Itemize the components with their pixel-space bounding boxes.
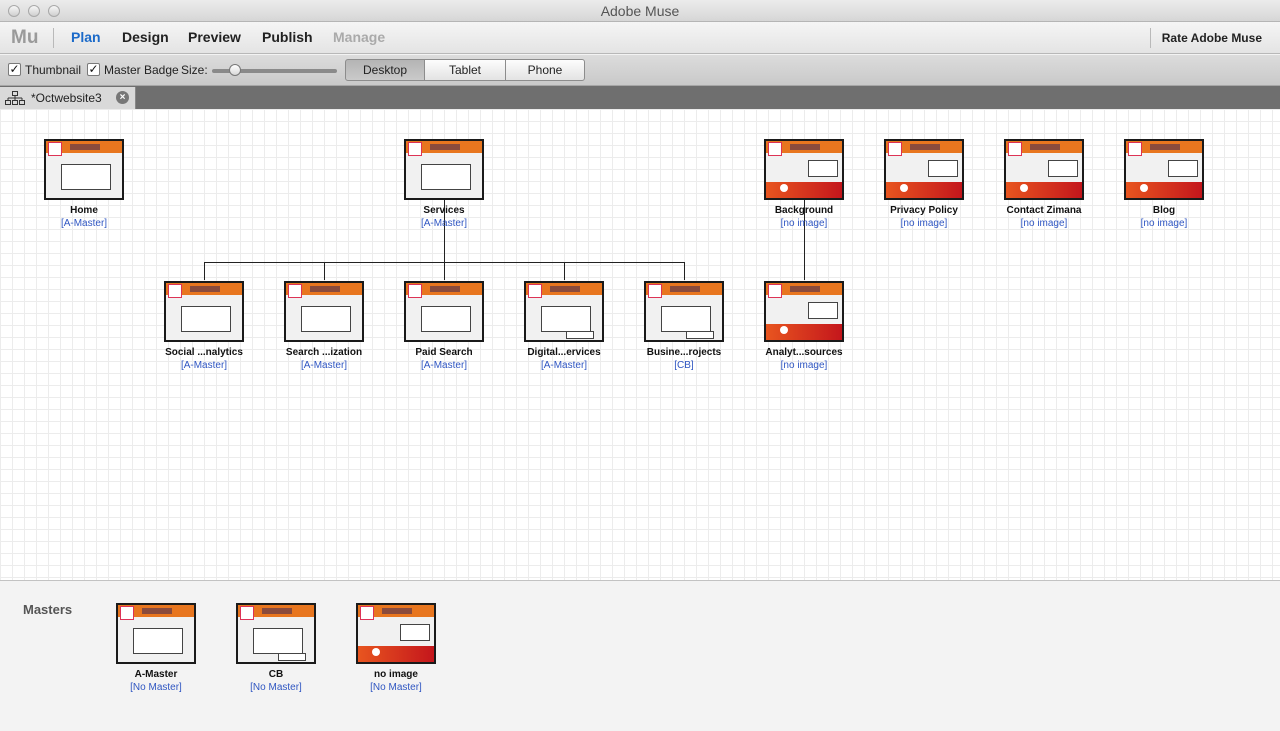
page-master-badge[interactable]: [A-Master] bbox=[384, 360, 504, 371]
page-name[interactable]: Social ...nalytics bbox=[144, 347, 264, 358]
page-thumbnail[interactable] bbox=[164, 281, 244, 342]
mode-design[interactable]: Design bbox=[122, 29, 169, 45]
page-paid-search[interactable]: Paid Search [A-Master] bbox=[384, 281, 504, 371]
page-master-badge[interactable]: [A-Master] bbox=[384, 218, 504, 229]
muse-logo: Mu bbox=[11, 27, 39, 48]
document-tab-bar: *Octwebsite3 × bbox=[0, 86, 1280, 109]
divider bbox=[1150, 28, 1151, 48]
page-thumbnail[interactable] bbox=[644, 281, 724, 342]
thumbnail-checkbox[interactable]: ✓ bbox=[8, 63, 21, 76]
page-search-optimization[interactable]: Search ...ization [A-Master] bbox=[264, 281, 384, 371]
master-name[interactable]: CB bbox=[216, 669, 336, 680]
page-master-badge[interactable]: [no image] bbox=[744, 218, 864, 229]
page-master-badge[interactable]: [CB] bbox=[624, 360, 744, 371]
thumbnail-label: Thumbnail bbox=[25, 63, 82, 77]
page-thumbnail[interactable] bbox=[404, 281, 484, 342]
master-name[interactable]: no image bbox=[336, 669, 456, 680]
size-label: Size: bbox=[181, 63, 208, 77]
master-cb[interactable]: CB [No Master] bbox=[216, 603, 336, 693]
master-a-master[interactable]: A-Master [No Master] bbox=[96, 603, 216, 693]
master-badge[interactable]: [No Master] bbox=[96, 682, 216, 693]
master-badge[interactable]: [No Master] bbox=[216, 682, 336, 693]
page-business-projects[interactable]: Busine...rojects [CB] bbox=[624, 281, 744, 371]
rate-adobe-muse-button[interactable]: Rate Adobe Muse bbox=[1162, 31, 1262, 45]
page-services[interactable]: Services [A-Master] bbox=[384, 139, 504, 229]
page-master-badge[interactable]: [no image] bbox=[984, 218, 1104, 229]
page-master-badge[interactable]: [no image] bbox=[1104, 218, 1224, 229]
page-thumbnail[interactable] bbox=[44, 139, 124, 200]
page-name[interactable]: Blog bbox=[1104, 205, 1224, 216]
master-badge-checkbox[interactable]: ✓ bbox=[87, 63, 100, 76]
master-no-image[interactable]: no image [No Master] bbox=[336, 603, 456, 693]
page-blog[interactable]: Blog [no image] bbox=[1104, 139, 1224, 229]
page-master-badge[interactable]: [no image] bbox=[744, 360, 864, 371]
page-thumbnail[interactable] bbox=[764, 281, 844, 342]
layout-tablet-button[interactable]: Tablet bbox=[424, 59, 506, 81]
close-icon[interactable]: × bbox=[116, 91, 129, 104]
page-thumbnail[interactable] bbox=[1124, 139, 1204, 200]
sitemap-icon bbox=[5, 91, 25, 105]
page-master-badge[interactable]: [A-Master] bbox=[264, 360, 384, 371]
page-name[interactable]: Contact Zimana bbox=[984, 205, 1104, 216]
page-name[interactable]: Paid Search bbox=[384, 347, 504, 358]
masters-panel: Masters A-Master [No Master] CB [No Mast… bbox=[0, 582, 1280, 731]
page-name[interactable]: Background bbox=[744, 205, 864, 216]
masters-title: Masters bbox=[23, 602, 73, 617]
page-thumbnail[interactable] bbox=[764, 139, 844, 200]
plan-toolbar: ✓ Thumbnail ✓ Master Badge Size: Desktop… bbox=[0, 55, 1280, 86]
page-name[interactable]: Analyt...sources bbox=[744, 347, 864, 358]
title-bar: Adobe Muse bbox=[0, 0, 1280, 22]
mode-preview[interactable]: Preview bbox=[188, 29, 241, 45]
page-analytics-resources[interactable]: Analyt...sources [no image] bbox=[744, 281, 864, 371]
page-name[interactable]: Home bbox=[24, 205, 144, 216]
divider bbox=[53, 28, 54, 48]
master-thumbnail[interactable] bbox=[236, 603, 316, 664]
page-thumbnail[interactable] bbox=[284, 281, 364, 342]
document-tab-name: *Octwebsite3 bbox=[31, 91, 102, 105]
master-name[interactable]: A-Master bbox=[96, 669, 216, 680]
mode-publish[interactable]: Publish bbox=[262, 29, 313, 45]
layout-phone-button[interactable]: Phone bbox=[505, 59, 585, 81]
size-slider-knob[interactable] bbox=[228, 64, 241, 76]
sitemap-canvas[interactable]: Home [A-Master] Services [A-Master] Back… bbox=[0, 109, 1280, 581]
page-name[interactable]: Digital...ervices bbox=[504, 347, 624, 358]
page-master-badge[interactable]: [A-Master] bbox=[144, 360, 264, 371]
mode-bar: Mu Plan Design Preview Publish Manage Ra… bbox=[0, 22, 1280, 54]
page-digital-services[interactable]: Digital...ervices [A-Master] bbox=[504, 281, 624, 371]
page-background[interactable]: Background [no image] bbox=[744, 139, 864, 229]
page-master-badge[interactable]: [A-Master] bbox=[24, 218, 144, 229]
page-thumbnail[interactable] bbox=[1004, 139, 1084, 200]
page-name[interactable]: Search ...ization bbox=[264, 347, 384, 358]
page-home[interactable]: Home [A-Master] bbox=[24, 139, 144, 229]
window-title: Adobe Muse bbox=[600, 3, 680, 19]
page-name[interactable]: Privacy Policy bbox=[864, 205, 984, 216]
page-master-badge[interactable]: [no image] bbox=[864, 218, 984, 229]
page-thumbnail[interactable] bbox=[884, 139, 964, 200]
page-thumbnail[interactable] bbox=[404, 139, 484, 200]
page-master-badge[interactable]: [A-Master] bbox=[504, 360, 624, 371]
mode-plan[interactable]: Plan bbox=[71, 29, 101, 45]
page-privacy-policy[interactable]: Privacy Policy [no image] bbox=[864, 139, 984, 229]
layout-desktop-button[interactable]: Desktop bbox=[345, 59, 425, 81]
page-social-analytics[interactable]: Social ...nalytics [A-Master] bbox=[144, 281, 264, 371]
master-badge[interactable]: [No Master] bbox=[336, 682, 456, 693]
master-badge-label: Master Badge bbox=[104, 63, 179, 77]
master-thumbnail[interactable] bbox=[116, 603, 196, 664]
page-thumbnail[interactable] bbox=[524, 281, 604, 342]
page-contact-zimana[interactable]: Contact Zimana [no image] bbox=[984, 139, 1104, 229]
page-name[interactable]: Busine...rojects bbox=[624, 347, 744, 358]
mode-manage[interactable]: Manage bbox=[333, 29, 385, 45]
document-tab[interactable]: *Octwebsite3 × bbox=[0, 87, 136, 109]
page-name[interactable]: Services bbox=[384, 205, 504, 216]
master-thumbnail[interactable] bbox=[356, 603, 436, 664]
